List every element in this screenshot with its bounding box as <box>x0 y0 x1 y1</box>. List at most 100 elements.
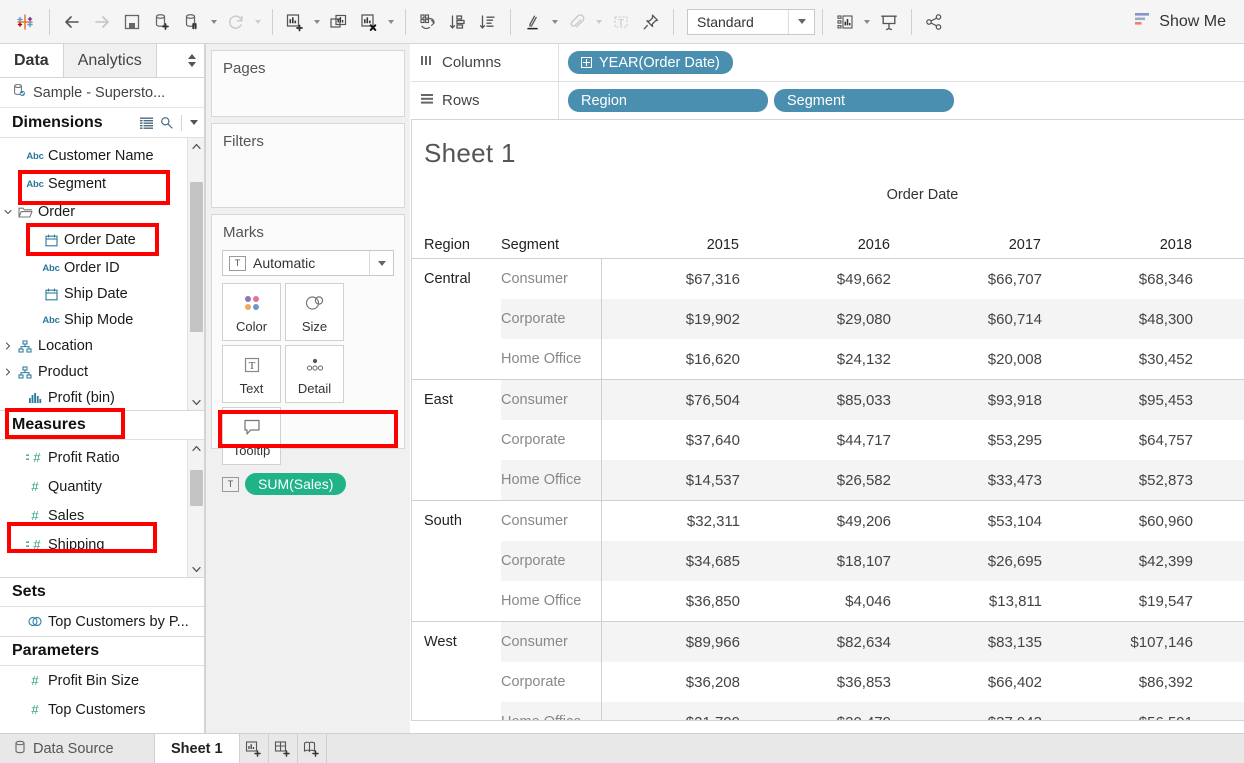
scroll-down-arrow-icon[interactable] <box>188 561 204 577</box>
scroll-up-arrow-icon[interactable] <box>188 440 204 456</box>
table-cell[interactable]: $4,046 <box>753 581 904 621</box>
search-icon[interactable] <box>160 116 173 129</box>
marks-detail-button[interactable]: Detail <box>285 345 344 403</box>
tab-data[interactable]: Data <box>0 44 64 77</box>
table-cell[interactable]: $67,316 <box>602 259 753 299</box>
table-row[interactable]: EastConsumer$76,504$85,033$93,918$95,453 <box>412 380 1244 420</box>
text-label-icon[interactable]: T <box>606 7 636 37</box>
row-header-region[interactable] <box>412 460 501 500</box>
table-cell[interactable]: $49,206 <box>753 501 904 541</box>
table-row[interactable]: Home Office$16,620$24,132$20,008$30,452 <box>412 339 1244 379</box>
row-header-segment[interactable]: Home Office <box>501 581 601 621</box>
table-cell[interactable]: $18,107 <box>753 541 904 581</box>
dimensions-scrollbar[interactable] <box>187 138 204 410</box>
chevron-down-icon[interactable] <box>190 120 198 125</box>
row-header-segment[interactable]: Consumer <box>501 501 601 541</box>
dimension-item[interactable]: Profit (bin) <box>0 385 204 410</box>
dimension-item[interactable]: Abc Order ID <box>0 255 204 281</box>
columns-shelf-drop-area[interactable]: YEAR(Order Date) <box>559 44 1244 81</box>
share-nodes-icon[interactable] <box>919 7 949 37</box>
dimension-item[interactable]: Abc Ship Mode <box>0 307 204 333</box>
table-row[interactable]: CentralConsumer$67,316$49,662$66,707$68,… <box>412 259 1244 299</box>
measures-scrollbar[interactable] <box>187 440 204 577</box>
row-header-region[interactable] <box>412 702 501 721</box>
table-cell[interactable]: $36,850 <box>602 581 753 621</box>
table-cell[interactable]: $19,902 <box>602 299 753 339</box>
marks-sum-sales-pill[interactable]: SUM(Sales) <box>245 473 346 495</box>
refresh-dropdown[interactable] <box>251 7 265 37</box>
new-dashboard-icon[interactable] <box>269 734 298 763</box>
scroll-up-arrow-icon[interactable] <box>188 138 204 154</box>
row-header-segment[interactable]: Consumer <box>501 259 601 299</box>
data-source-tab[interactable]: Data Source <box>0 734 155 763</box>
row-header-region[interactable] <box>412 581 501 621</box>
table-cell[interactable]: $13,811 <box>904 581 1055 621</box>
table-row[interactable]: Home Office$36,850$4,046$13,811$19,547 <box>412 581 1244 621</box>
table-cell[interactable]: $52,873 <box>1055 460 1206 500</box>
row-header-segment[interactable]: Home Office <box>501 702 601 721</box>
dimension-hierarchy-product[interactable]: Product <box>0 359 204 385</box>
rows-shelf-drop-area[interactable]: Region Segment <box>559 82 1244 119</box>
mark-type-selector[interactable]: T Automatic <box>222 250 394 276</box>
sort-descending-button[interactable] <box>473 7 503 37</box>
pill-year-order-date[interactable]: YEAR(Order Date) <box>568 51 733 74</box>
new-story-icon[interactable] <box>298 734 327 763</box>
table-cell[interactable]: $44,717 <box>753 420 904 460</box>
parameter-item[interactable]: # Profit Bin Size <box>0 666 204 695</box>
scroll-down-arrow-icon[interactable] <box>188 394 204 410</box>
row-header-segment[interactable]: Corporate <box>501 662 601 702</box>
header-year-2017[interactable]: 2017 <box>903 237 1054 253</box>
dimensions-scroll-thumb[interactable] <box>190 182 203 332</box>
chevron-down-icon[interactable] <box>369 251 393 275</box>
row-header-region[interactable] <box>412 541 501 581</box>
table-row[interactable]: Corporate$34,685$18,107$26,695$42,399 <box>412 541 1244 581</box>
table-row[interactable]: Corporate$19,902$29,080$60,714$48,300 <box>412 299 1244 339</box>
table-cell[interactable]: $33,473 <box>904 460 1055 500</box>
card-chart-dropdown[interactable] <box>860 7 874 37</box>
columns-shelf[interactable]: Columns YEAR(Order Date) <box>411 44 1244 82</box>
set-item[interactable]: Top Customers by P... <box>0 607 204 636</box>
marks-text-button[interactable]: T Text <box>222 345 281 403</box>
table-cell[interactable]: $53,295 <box>904 420 1055 460</box>
table-cell[interactable]: $16,620 <box>602 339 753 379</box>
sort-ascending-button[interactable] <box>443 7 473 37</box>
table-cell[interactable]: $95,453 <box>1055 380 1206 420</box>
pane-divider[interactable] <box>205 44 206 733</box>
paperclip-icon[interactable] <box>562 7 592 37</box>
table-cell[interactable]: $20,479 <box>753 702 904 721</box>
clear-sheet-dropdown[interactable] <box>384 7 398 37</box>
plus-box-icon[interactable] <box>581 57 592 68</box>
swap-axes-icon[interactable] <box>413 7 443 37</box>
header-year-2016[interactable]: 2016 <box>752 237 903 253</box>
grid-view-icon[interactable] <box>140 117 154 129</box>
table-cell[interactable]: $66,402 <box>904 662 1055 702</box>
header-region[interactable]: Region <box>412 237 501 253</box>
table-cell[interactable]: $48,300 <box>1055 299 1206 339</box>
table-cell[interactable]: $26,582 <box>753 460 904 500</box>
row-header-segment[interactable]: Corporate <box>501 420 601 460</box>
clear-sheet-button[interactable] <box>354 7 384 37</box>
table-cell[interactable]: $26,695 <box>904 541 1055 581</box>
chevron-down-icon[interactable] <box>788 10 814 34</box>
table-row[interactable]: Home Office$14,537$26,582$33,473$52,873 <box>412 460 1244 500</box>
row-header-segment[interactable]: Consumer <box>501 380 601 420</box>
new-worksheet-button[interactable] <box>280 7 310 37</box>
marks-tooltip-button[interactable]: Tooltip <box>222 407 281 465</box>
table-cell[interactable]: $76,504 <box>602 380 753 420</box>
new-data-source-button[interactable] <box>147 7 177 37</box>
sheet-tab-sheet1[interactable]: Sheet 1 <box>155 734 240 763</box>
parameter-item[interactable]: # Top Customers <box>0 695 204 724</box>
table-cell[interactable]: $82,634 <box>753 622 904 662</box>
row-header-segment[interactable]: Home Office <box>501 339 601 379</box>
measure-item[interactable]: # Shipping <box>0 530 204 559</box>
row-header-region[interactable]: Central <box>412 259 501 299</box>
presentation-screen-icon[interactable] <box>874 7 904 37</box>
dimension-folder-order[interactable]: Order <box>0 199 204 225</box>
table-cell[interactable]: $66,707 <box>904 259 1055 299</box>
table-cell[interactable]: $19,547 <box>1055 581 1206 621</box>
new-worksheet-dropdown[interactable] <box>310 7 324 37</box>
pause-auto-updates-button[interactable] <box>177 7 207 37</box>
table-cell[interactable]: $64,757 <box>1055 420 1206 460</box>
measure-item[interactable]: # Quantity <box>0 472 204 501</box>
dimension-item-order-date[interactable]: Order Date <box>0 225 204 255</box>
